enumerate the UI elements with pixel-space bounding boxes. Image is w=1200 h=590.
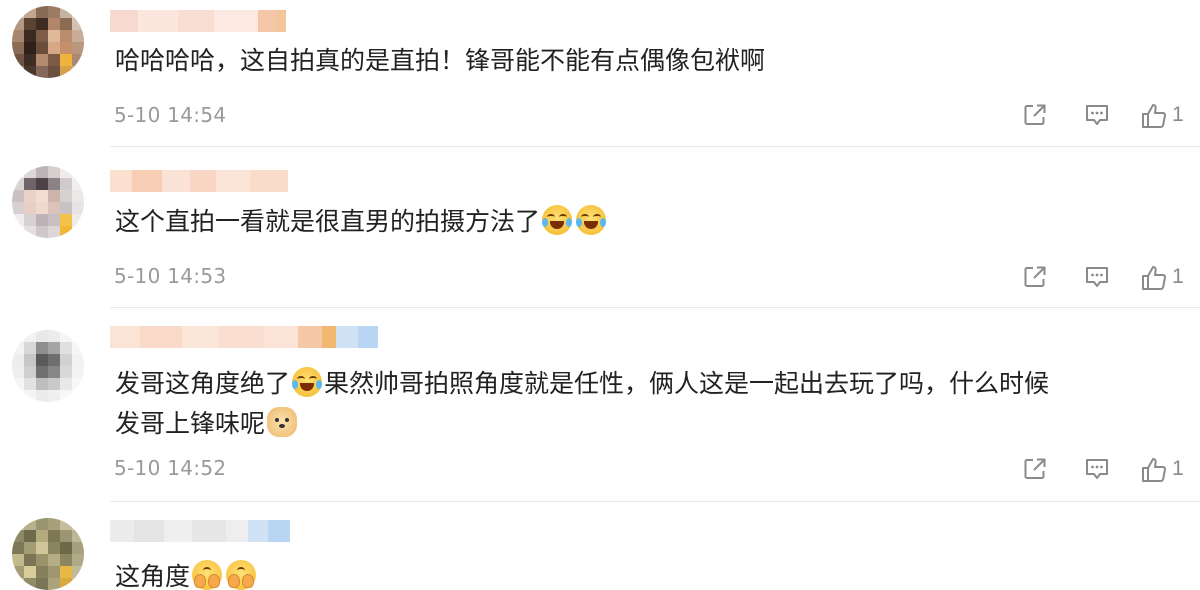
comment-item: 哈哈哈哈，这自拍真的是直拍！锋哥能不能有点偶像包袱啊 5-10 14:54 1 bbox=[0, 0, 1200, 148]
comment-icon bbox=[1086, 105, 1108, 125]
username[interactable] bbox=[110, 326, 378, 348]
like-button[interactable]: 1 bbox=[1140, 456, 1184, 484]
thumbs-up-icon bbox=[1142, 104, 1166, 129]
comment-item: 这个直拍一看就是很直男的拍摄方法了 5-10 14:53 1 bbox=[0, 148, 1200, 308]
username[interactable] bbox=[110, 10, 286, 32]
username[interactable] bbox=[110, 520, 290, 542]
comment-text-content: 发哥这角度绝了 bbox=[115, 369, 291, 398]
share-button[interactable] bbox=[1022, 456, 1048, 482]
share-icon bbox=[1024, 266, 1046, 287]
like-count: 1 bbox=[1172, 103, 1184, 126]
comment-item: 发哥这角度绝了 果然帅哥拍照角度就是任性，俩人这是一起出去玩了吗，什么时候 发哥上… bbox=[0, 308, 1200, 504]
like-count: 1 bbox=[1172, 457, 1184, 480]
username[interactable] bbox=[110, 170, 288, 192]
like-button[interactable]: 1 bbox=[1140, 264, 1184, 292]
avatar[interactable] bbox=[12, 6, 84, 78]
comment-text-content: 哈哈哈哈，这自拍真的是直拍！锋哥能不能有点偶像包袱啊 bbox=[115, 46, 766, 75]
comment-text: 这角度 bbox=[115, 556, 258, 590]
like-button[interactable]: 1 bbox=[1140, 102, 1184, 130]
like-count: 1 bbox=[1172, 265, 1184, 288]
comment-item: 这角度 bbox=[0, 504, 1200, 590]
timestamp: 5-10 14:53 bbox=[114, 264, 227, 288]
avatar[interactable] bbox=[12, 166, 84, 238]
cover-face-emoji bbox=[226, 560, 257, 590]
share-icon bbox=[1024, 104, 1046, 125]
action-bar: 1 bbox=[1010, 264, 1200, 294]
divider bbox=[110, 501, 1200, 502]
comment-icon bbox=[1086, 459, 1108, 479]
comment-text-content: 这个直拍一看就是很直男的拍摄方法了 bbox=[115, 207, 541, 236]
action-bar: 1 bbox=[1010, 456, 1200, 486]
reply-button[interactable] bbox=[1084, 456, 1110, 482]
share-button[interactable] bbox=[1022, 264, 1048, 290]
thumbs-up-icon bbox=[1142, 266, 1166, 291]
divider bbox=[110, 146, 1200, 147]
laugh-cry-emoji bbox=[576, 205, 607, 235]
comment-text-content: 这角度 bbox=[115, 562, 191, 590]
cover-face-emoji bbox=[192, 560, 223, 590]
avatar[interactable] bbox=[12, 330, 84, 402]
timestamp: 5-10 14:52 bbox=[114, 456, 227, 480]
share-icon bbox=[1024, 458, 1046, 479]
comment-text: 哈哈哈哈，这自拍真的是直拍！锋哥能不能有点偶像包袱啊 bbox=[115, 40, 765, 82]
comment-text: 这个直拍一看就是很直男的拍摄方法了 bbox=[115, 201, 608, 243]
laugh-cry-emoji bbox=[542, 205, 573, 235]
share-button[interactable] bbox=[1022, 102, 1048, 128]
action-bar: 1 bbox=[1010, 102, 1200, 132]
doge-emoji bbox=[267, 407, 298, 437]
timestamp: 5-10 14:54 bbox=[114, 103, 227, 127]
comment-text-content: 果然帅哥拍照角度就是任性，俩人这是一起出去玩了吗，什么时候 bbox=[324, 369, 1050, 398]
comment-text: 发哥这角度绝了 果然帅哥拍照角度就是任性，俩人这是一起出去玩了吗，什么时候 bbox=[115, 363, 1049, 405]
comment-icon bbox=[1086, 267, 1108, 287]
laugh-cry-emoji bbox=[292, 367, 323, 397]
reply-button[interactable] bbox=[1084, 102, 1110, 128]
comment-text: 发哥上锋味呢 bbox=[115, 403, 299, 445]
avatar[interactable] bbox=[12, 518, 84, 590]
comment-text-content: 发哥上锋味呢 bbox=[115, 409, 266, 438]
thumbs-up-icon bbox=[1142, 458, 1166, 483]
reply-button[interactable] bbox=[1084, 264, 1110, 290]
